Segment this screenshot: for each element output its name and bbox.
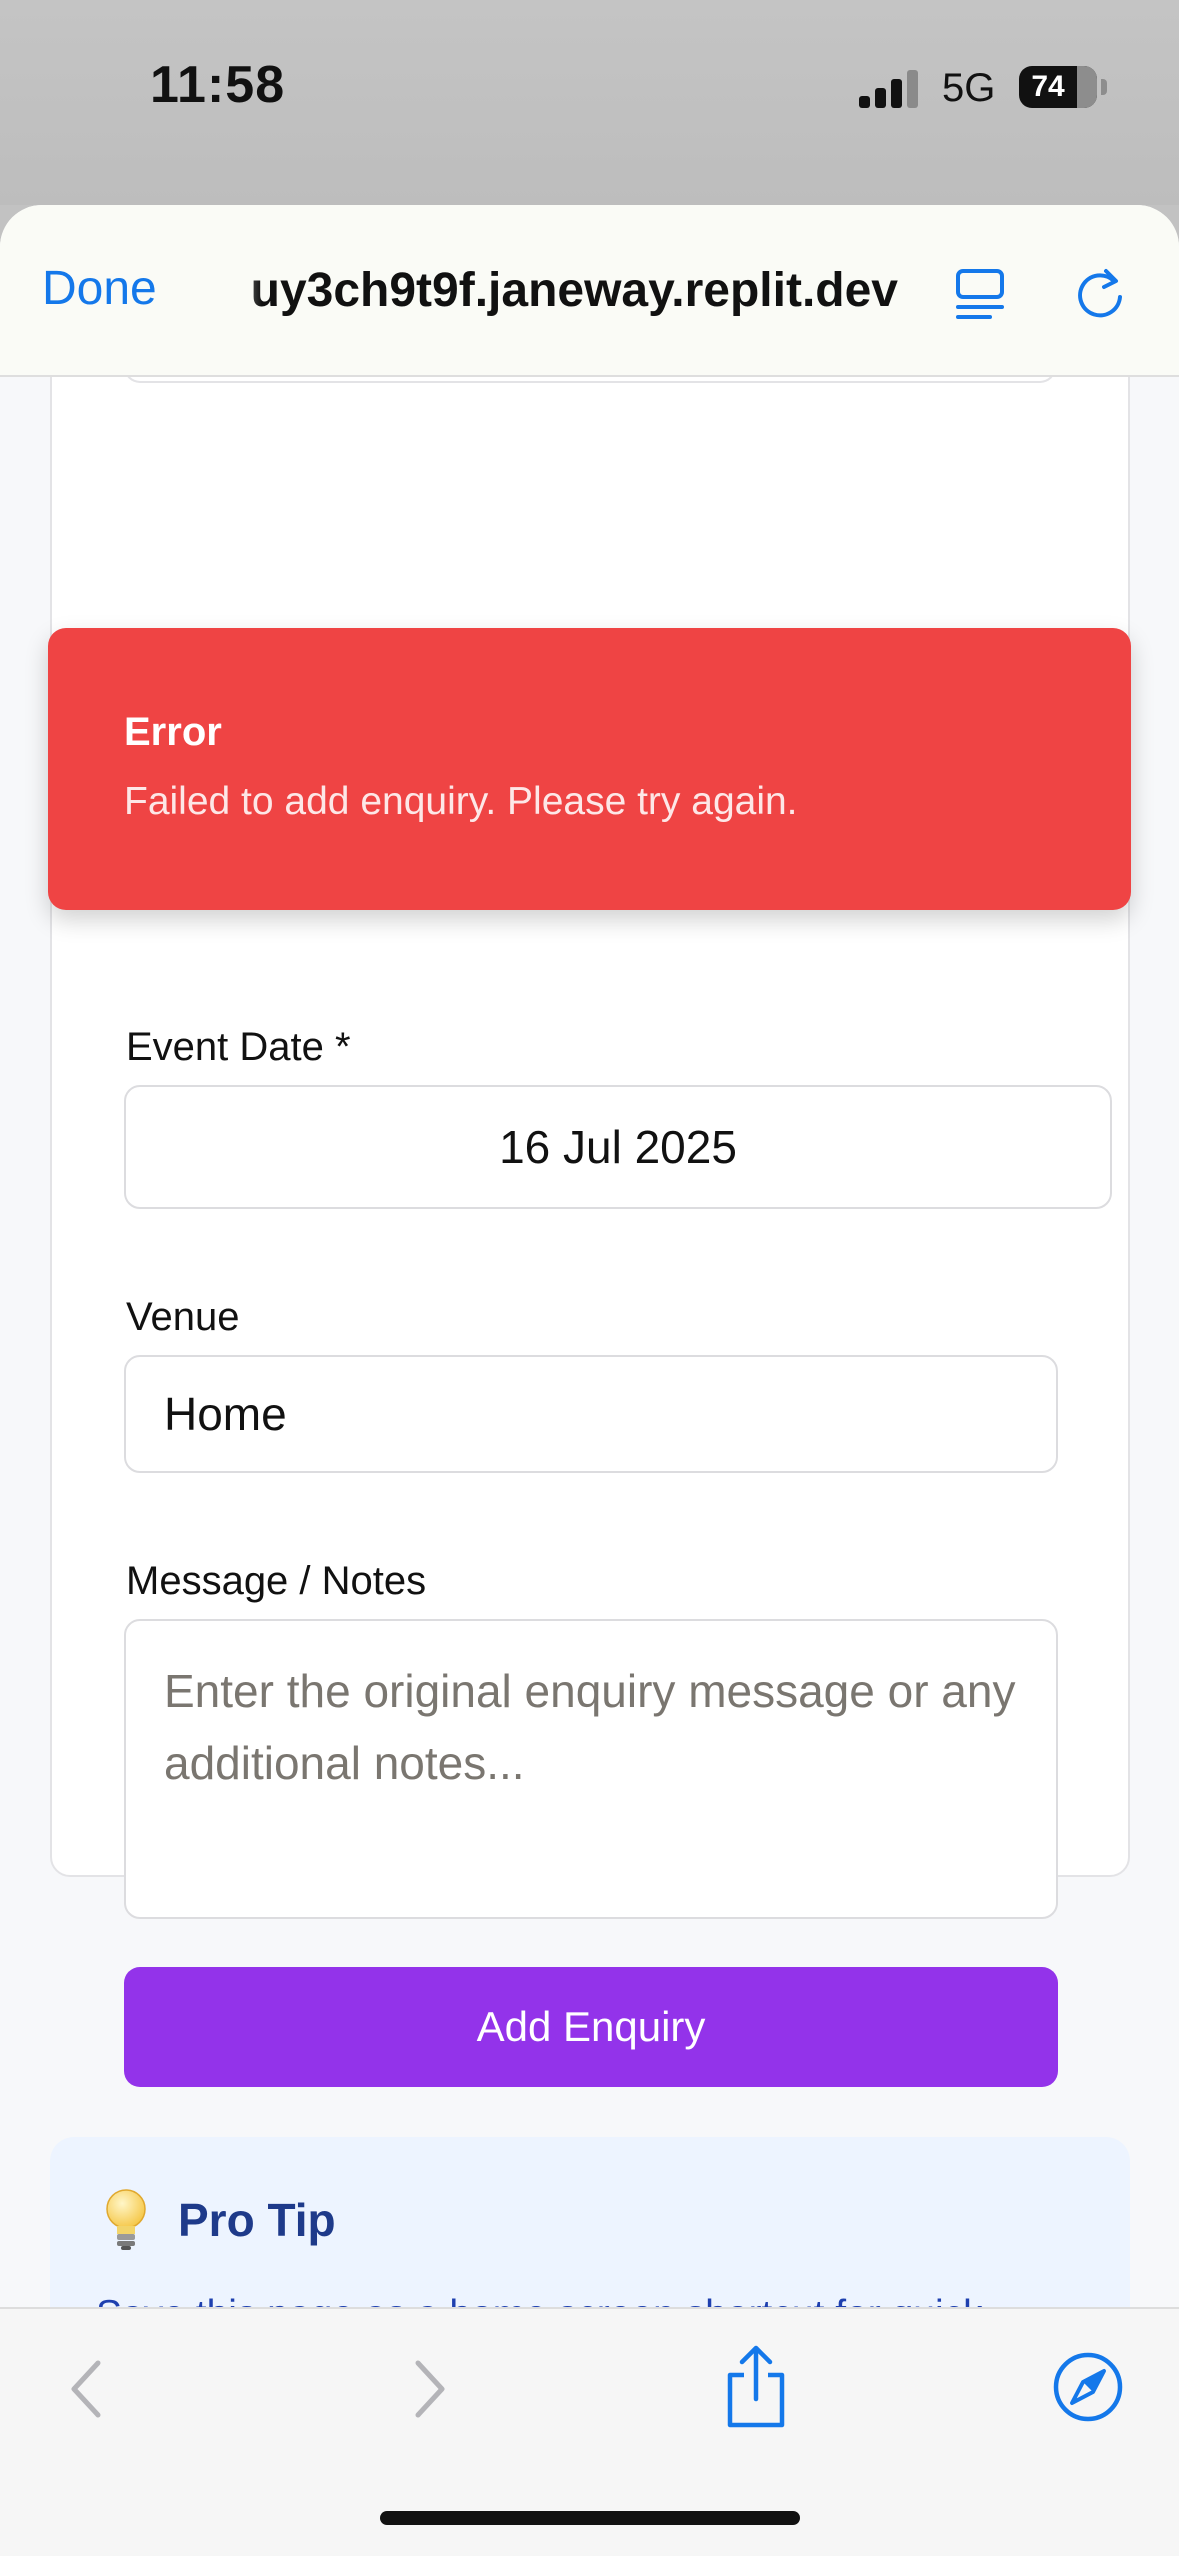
- notes-textarea[interactable]: Enter the original enquiry message or an…: [124, 1619, 1058, 1919]
- notes-label: Message / Notes: [126, 1559, 427, 1603]
- venue-label: Venue: [126, 1295, 240, 1339]
- battery-level: 74: [1031, 70, 1065, 103]
- forward-icon[interactable]: [390, 2349, 466, 2429]
- event-date-field[interactable]: 16 Jul 2025: [124, 1085, 1112, 1209]
- share-icon[interactable]: [718, 2341, 794, 2431]
- add-enquiry-button[interactable]: Add Enquiry: [124, 1967, 1058, 2087]
- address-bar[interactable]: uy3ch9t9f.janeway.replit.dev: [212, 263, 912, 323]
- browser-sheet: Done uy3ch9t9f.janeway.replit.dev Event …: [0, 205, 1179, 2556]
- tip-title: Pro Tip: [178, 2194, 336, 2246]
- back-icon[interactable]: [50, 2349, 126, 2429]
- event-date-label: Event Date *: [126, 1025, 351, 1069]
- done-button[interactable]: Done: [42, 261, 157, 316]
- reader-mode-icon[interactable]: [952, 263, 1012, 323]
- home-indicator[interactable]: [380, 2511, 800, 2525]
- lightbulb-icon: [106, 2189, 146, 2250]
- status-bar: 11:58 5G 74: [0, 0, 1179, 205]
- toast-message: Failed to add enquiry. Please try again.: [124, 780, 798, 823]
- status-time: 11:58: [150, 56, 286, 114]
- enquiry-form: Event Date * 16 Jul 2025 Venue Home Mess…: [50, 337, 1130, 2087]
- compass-icon[interactable]: [1050, 2349, 1126, 2425]
- error-toast[interactable]: Error Failed to add enquiry. Please try …: [48, 628, 1131, 910]
- cellular-signal-icon: [859, 70, 921, 108]
- status-indicators: 5G 74: [839, 62, 1179, 112]
- venue-input[interactable]: Home: [124, 1355, 1058, 1473]
- url-text: uy3ch9t9f.janeway.replit.dev: [250, 264, 898, 317]
- network-type: 5G: [942, 66, 996, 110]
- browser-nav-bar: Done uy3ch9t9f.janeway.replit.dev: [0, 205, 1179, 377]
- reload-icon[interactable]: [1070, 263, 1130, 323]
- battery-icon: 74: [1019, 66, 1097, 108]
- toast-title: Error: [124, 710, 222, 754]
- battery-tip: [1101, 79, 1107, 95]
